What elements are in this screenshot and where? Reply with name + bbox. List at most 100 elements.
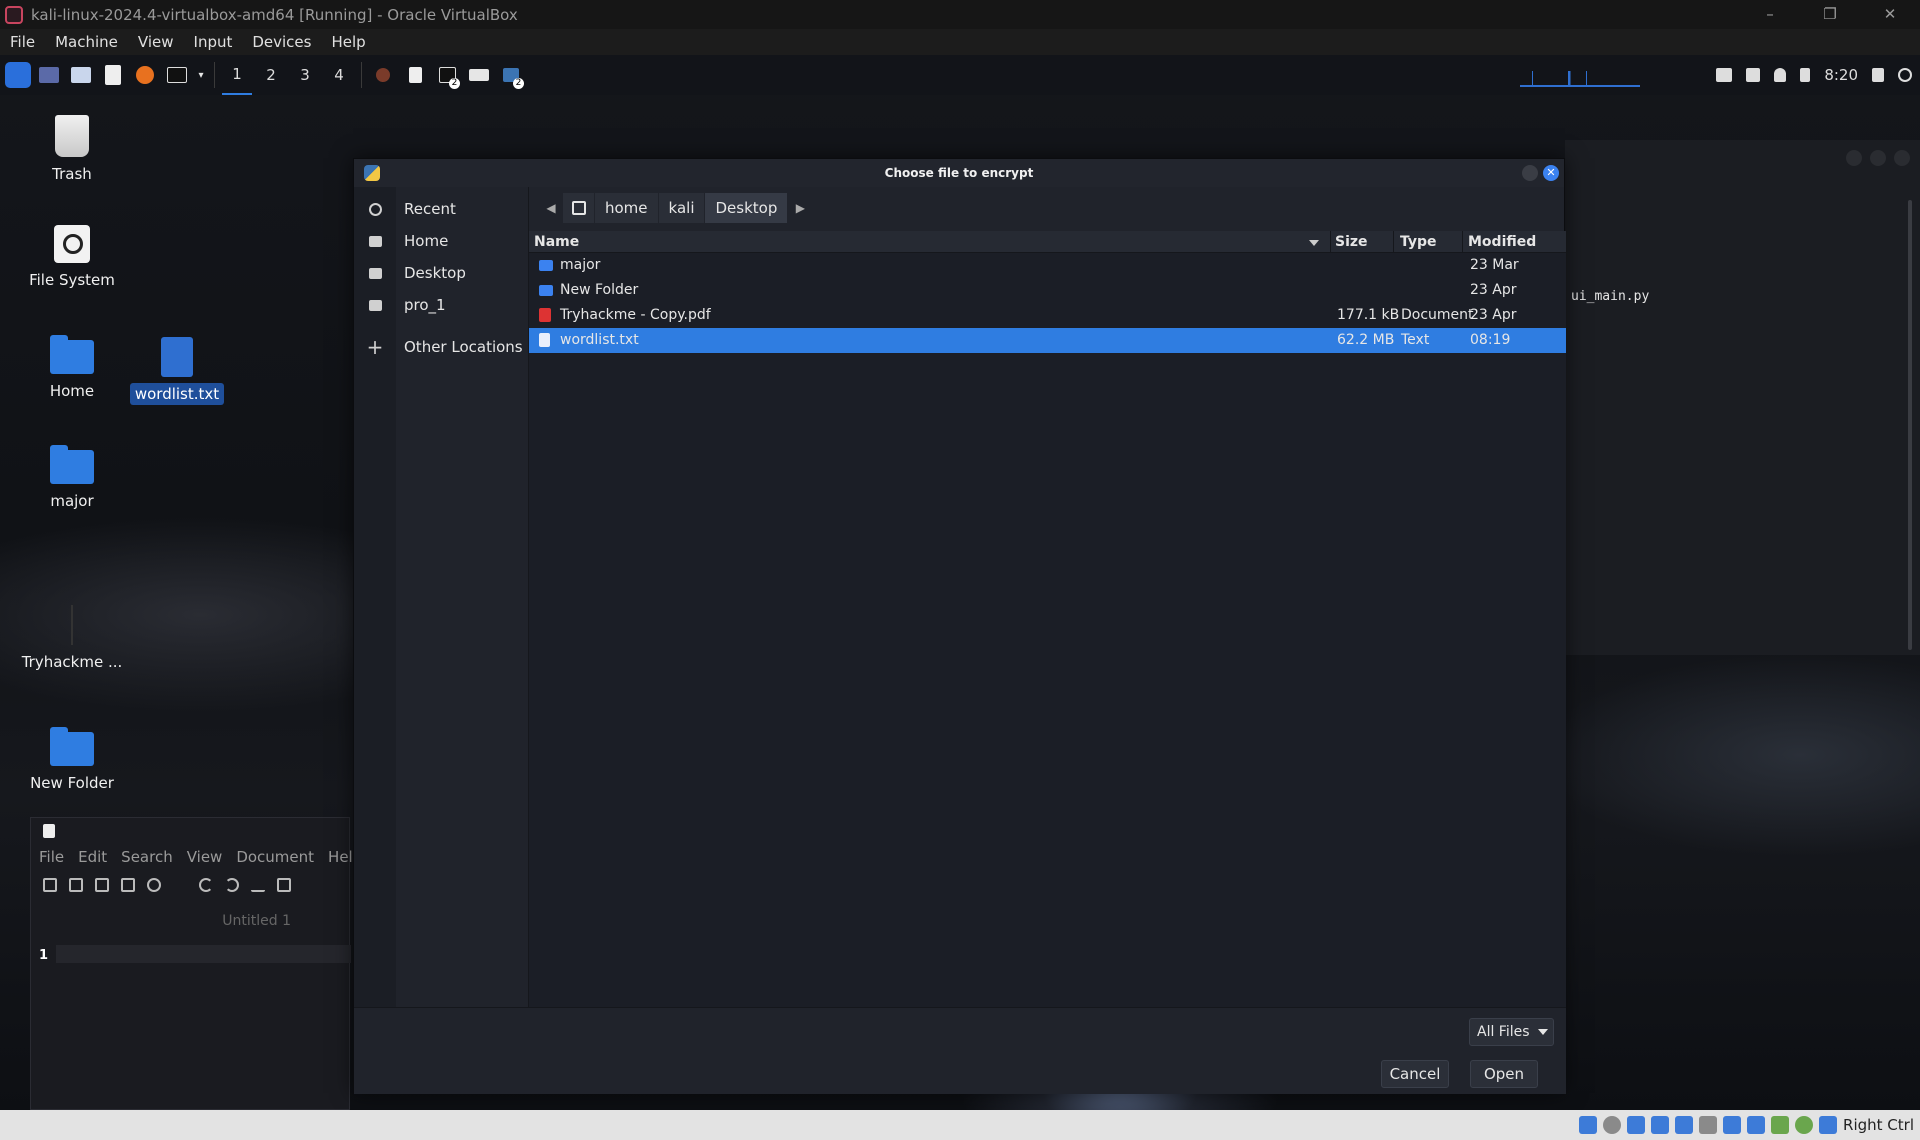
task-window[interactable] bbox=[465, 55, 493, 95]
menu-help[interactable]: Help bbox=[321, 29, 375, 55]
shared-folders-icon[interactable] bbox=[1699, 1116, 1718, 1134]
minimize-button[interactable]: – bbox=[1740, 0, 1800, 29]
file-row-selected[interactable]: wordlist.txt 62.2 MB Text 08:19 bbox=[529, 328, 1566, 353]
save-icon[interactable] bbox=[95, 878, 109, 892]
notification-bell-icon[interactable] bbox=[1774, 68, 1787, 82]
undo-icon[interactable] bbox=[199, 878, 213, 892]
reload-icon[interactable] bbox=[147, 878, 161, 892]
desktop-icon-major[interactable]: major bbox=[12, 445, 132, 512]
desktop-icon-filesystem[interactable]: File System bbox=[12, 225, 132, 291]
terminal-minimize-button[interactable] bbox=[1846, 150, 1862, 166]
text-editor-launcher[interactable] bbox=[99, 55, 127, 95]
editor-menu-edit[interactable]: Edit bbox=[78, 848, 107, 866]
show-desktop-button[interactable] bbox=[35, 55, 63, 95]
power-icon[interactable] bbox=[1898, 68, 1912, 82]
editor-tab[interactable]: Untitled 1 bbox=[31, 913, 351, 929]
desktop-icon-home[interactable]: Home bbox=[12, 335, 132, 402]
desktop-icon-wordlist[interactable]: wordlist.txt bbox=[117, 337, 237, 405]
desktop-icon-new-folder[interactable]: New Folder bbox=[12, 672, 132, 794]
editor-menu-document[interactable]: Document bbox=[236, 848, 314, 866]
redo-icon[interactable] bbox=[225, 878, 239, 892]
place-pro-1[interactable]: pro_1 bbox=[354, 290, 529, 320]
editor-current-line[interactable] bbox=[56, 945, 351, 963]
menu-input[interactable]: Input bbox=[184, 29, 243, 55]
menu-view[interactable]: View bbox=[128, 29, 184, 55]
terminal-close-button[interactable] bbox=[1894, 150, 1910, 166]
python-icon bbox=[364, 165, 380, 181]
place-home[interactable]: Home bbox=[354, 226, 529, 256]
column-size[interactable]: Size bbox=[1335, 234, 1368, 250]
close-button[interactable]: ✕ bbox=[1860, 0, 1920, 29]
usb-icon[interactable] bbox=[1675, 1116, 1694, 1134]
close-document-icon[interactable] bbox=[173, 878, 187, 892]
file-filter-dropdown[interactable]: All Files bbox=[1469, 1018, 1554, 1046]
mouse-integration-icon[interactable] bbox=[1819, 1116, 1838, 1134]
dialog-minimize-button[interactable] bbox=[1522, 165, 1538, 181]
restore-button[interactable]: ❐ bbox=[1800, 0, 1860, 29]
workspace-1[interactable]: 1 bbox=[222, 55, 252, 95]
terminal-maximize-button[interactable] bbox=[1870, 150, 1886, 166]
workspace-2[interactable]: 2 bbox=[256, 55, 286, 95]
desktop-icon-trash[interactable]: Trash bbox=[12, 115, 132, 185]
menu-devices[interactable]: Devices bbox=[242, 29, 321, 55]
text-editor-window: File Edit Search View Document Help Unti… bbox=[30, 817, 362, 1110]
display-icon[interactable] bbox=[1716, 68, 1733, 82]
place-recent[interactable]: Recent bbox=[354, 194, 529, 224]
dialog-close-button[interactable]: ✕ bbox=[1543, 165, 1559, 181]
task-python-apps[interactable]: 2 bbox=[497, 55, 525, 95]
save-as-icon[interactable] bbox=[121, 878, 135, 892]
path-back-arrow[interactable]: ◀ bbox=[539, 201, 563, 215]
editor-menu-file[interactable]: File bbox=[39, 848, 64, 866]
cpu-icon[interactable] bbox=[1771, 1116, 1790, 1134]
path-segment-home[interactable]: home bbox=[595, 193, 659, 223]
network-icon[interactable] bbox=[1651, 1116, 1670, 1134]
place-desktop[interactable]: Desktop bbox=[354, 258, 529, 288]
firefox-launcher[interactable] bbox=[131, 55, 159, 95]
file-row[interactable]: Tryhackme - Copy.pdf 177.1 kB Document 2… bbox=[529, 303, 1566, 328]
desktop-icon-tryhackme[interactable]: Tryhackme ... bbox=[12, 605, 132, 673]
file-modified: 23 Apr bbox=[1470, 282, 1517, 298]
path-segment-kali[interactable]: kali bbox=[658, 193, 706, 223]
lock-icon[interactable] bbox=[1872, 68, 1884, 82]
workspace-4[interactable]: 4 bbox=[324, 55, 354, 95]
task-firefox[interactable] bbox=[369, 55, 397, 95]
clock[interactable]: 8:20 bbox=[1824, 66, 1858, 84]
file-manager-launcher[interactable] bbox=[67, 55, 95, 95]
battery-icon[interactable] bbox=[1800, 68, 1811, 82]
guest-additions-icon[interactable] bbox=[1795, 1116, 1814, 1134]
editor-menu-view[interactable]: View bbox=[187, 848, 223, 866]
copy-icon[interactable] bbox=[277, 878, 291, 892]
new-document-icon[interactable] bbox=[43, 878, 57, 892]
place-other-locations[interactable]: + Other Locations bbox=[354, 332, 529, 362]
open-button[interactable]: Open bbox=[1470, 1060, 1538, 1088]
cut-icon[interactable] bbox=[251, 878, 265, 892]
hdd-icon[interactable] bbox=[1579, 1116, 1598, 1134]
menu-file[interactable]: File bbox=[0, 29, 45, 55]
new-window-icon[interactable] bbox=[69, 878, 83, 892]
terminal-scrollbar[interactable] bbox=[1908, 200, 1912, 650]
path-root-button[interactable] bbox=[563, 193, 595, 223]
path-segment-desktop[interactable]: Desktop bbox=[705, 193, 789, 223]
file-row[interactable]: New Folder 23 Apr bbox=[529, 278, 1566, 303]
desktop-icon-label: wordlist.txt bbox=[129, 383, 225, 405]
launcher-dropdown[interactable]: ▾ bbox=[195, 55, 207, 95]
column-type[interactable]: Type bbox=[1400, 234, 1437, 250]
file-row[interactable]: major 23 Mar bbox=[529, 253, 1566, 278]
column-modified[interactable]: Modified bbox=[1468, 234, 1536, 250]
menu-machine[interactable]: Machine bbox=[45, 29, 128, 55]
editor-menu-search[interactable]: Search bbox=[121, 848, 173, 866]
terminal-launcher[interactable] bbox=[163, 55, 191, 95]
task-terminals[interactable]: 2 bbox=[433, 55, 461, 95]
display-icon[interactable] bbox=[1723, 1116, 1742, 1134]
workspace-3[interactable]: 3 bbox=[290, 55, 320, 95]
cancel-button[interactable]: Cancel bbox=[1381, 1060, 1449, 1088]
recording-icon[interactable] bbox=[1747, 1116, 1766, 1134]
path-forward-arrow[interactable]: ▶ bbox=[788, 201, 812, 215]
optical-drive-icon[interactable] bbox=[1603, 1116, 1622, 1134]
audio-icon[interactable] bbox=[1627, 1116, 1646, 1134]
column-name[interactable]: Name bbox=[534, 234, 579, 250]
sort-descending-icon[interactable] bbox=[1309, 240, 1319, 246]
kali-menu-button[interactable] bbox=[2, 55, 31, 95]
task-mousepad[interactable] bbox=[401, 55, 429, 95]
volume-icon[interactable] bbox=[1746, 68, 1761, 82]
